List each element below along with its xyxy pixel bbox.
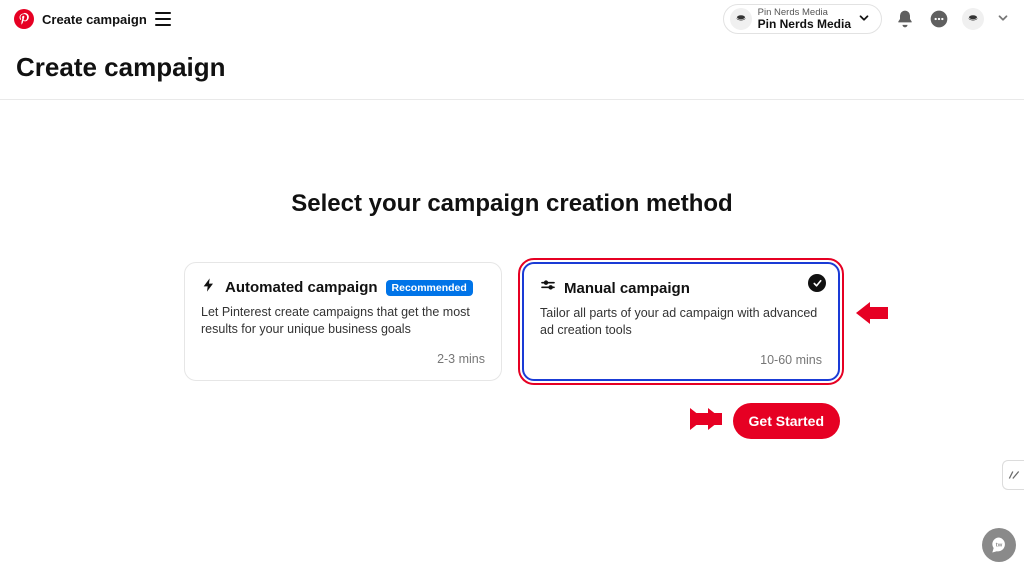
annotation-arrow-icon [856, 302, 888, 324]
bolt-icon [201, 277, 217, 298]
page-title: Create campaign [16, 52, 1008, 83]
card-title: Automated campaign [225, 279, 378, 296]
sliders-icon [540, 278, 556, 299]
card-description: Tailor all parts of your ad campaign wit… [540, 305, 822, 339]
manual-campaign-card[interactable]: Manual campaign Tailor all parts of your… [522, 262, 840, 381]
account-avatar-icon [730, 8, 752, 30]
arrow-head [708, 408, 722, 430]
main-content: Select your campaign creation method Aut… [0, 100, 1024, 439]
side-panel-toggle[interactable] [1002, 460, 1024, 490]
card-title: Manual campaign [564, 280, 690, 297]
card-header: Automated campaign Recommended [201, 277, 485, 298]
arrow-head [856, 302, 870, 324]
get-started-button[interactable]: Get Started [733, 403, 840, 439]
top-bar-left: Create campaign [14, 9, 171, 29]
section-heading: Select your campaign creation method [291, 190, 732, 218]
user-chevron-down-icon[interactable] [996, 11, 1010, 28]
page-title-section: Create campaign [0, 38, 1024, 100]
account-name: Pin Nerds Media [758, 18, 851, 31]
cta-row: Get Started [184, 403, 840, 439]
selected-check-icon [808, 274, 826, 292]
automated-campaign-card[interactable]: Automated campaign Recommended Let Pinte… [184, 262, 502, 381]
notifications-icon[interactable] [894, 8, 916, 30]
pinterest-logo-icon[interactable] [14, 9, 34, 29]
top-bar-right: Pin Nerds Media Pin Nerds Media [723, 4, 1010, 35]
account-switcher[interactable]: Pin Nerds Media Pin Nerds Media [723, 4, 882, 35]
card-description: Let Pinterest create campaigns that get … [201, 304, 485, 338]
arrow-shaft [870, 307, 888, 319]
card-header: Manual campaign [540, 278, 822, 299]
user-avatar[interactable] [962, 8, 984, 30]
breadcrumb[interactable]: Create campaign [42, 12, 147, 27]
annotation-arrow-icon [690, 408, 722, 430]
chevron-down-icon [857, 11, 871, 28]
arrow-shaft [690, 413, 708, 425]
top-bar: Create campaign Pin Nerds Media Pin Nerd… [0, 0, 1024, 38]
account-text: Pin Nerds Media Pin Nerds Media [758, 8, 851, 31]
campaign-method-cards: Automated campaign Recommended Let Pinte… [184, 262, 840, 381]
card-time-estimate: 10-60 mins [540, 353, 822, 367]
svg-text:tw: tw [996, 543, 1003, 549]
menu-icon[interactable] [155, 12, 171, 26]
card-time-estimate: 2-3 mins [201, 352, 485, 366]
recommended-badge: Recommended [386, 280, 473, 296]
messages-icon[interactable] [928, 8, 950, 30]
help-chat-button[interactable]: tw [982, 528, 1016, 562]
